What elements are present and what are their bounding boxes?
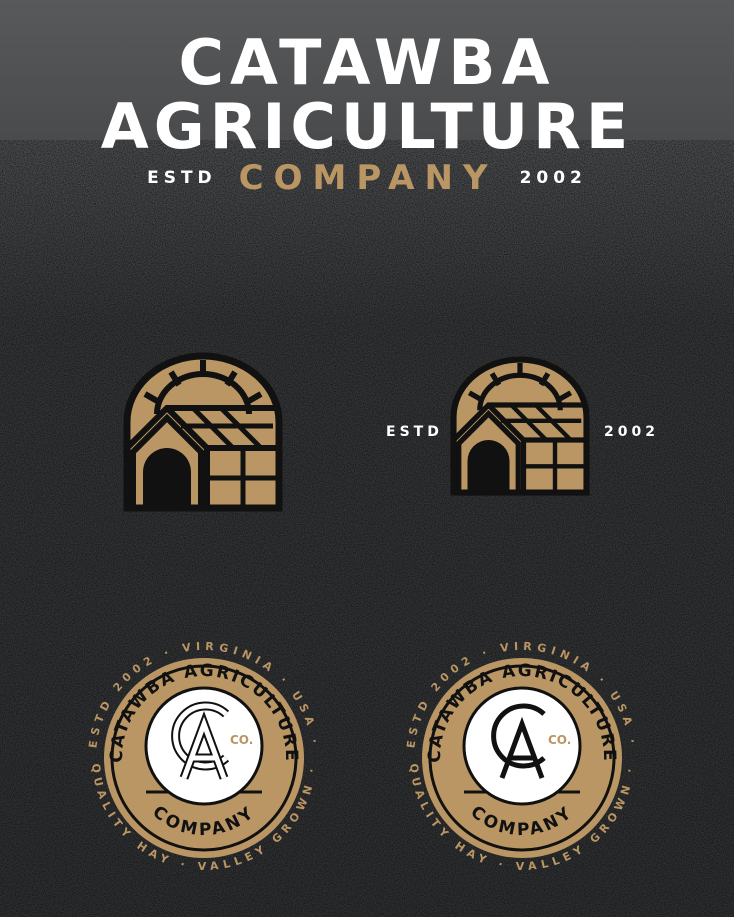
barn-icon — [123, 352, 283, 512]
brand-name-line1: CATAWBA — [178, 26, 556, 99]
company-wordmark: COMPANY — [238, 158, 498, 198]
barn-icon — [450, 356, 590, 496]
brand-name-line2: AGRICULTURE — [100, 90, 634, 163]
badge-co-text: CO. — [548, 733, 571, 747]
year-label: 2002 — [519, 168, 587, 188]
circular-badge-solid: ESTD 2002 · VIRGINIA · USA · QUALITY HAY… — [404, 640, 634, 873]
tagline-row: ESTD COMPANY 2002 — [0, 158, 734, 198]
badge-co-text: CO. — [230, 733, 253, 747]
circular-badge-outline: ESTD 2002 · VIRGINIA · USA · QUALITY HAY… — [86, 640, 316, 873]
estd-label: ESTD — [147, 168, 217, 188]
secondary-estd-label: ESTD — [386, 424, 443, 440]
secondary-year-label: 2002 — [604, 424, 659, 440]
